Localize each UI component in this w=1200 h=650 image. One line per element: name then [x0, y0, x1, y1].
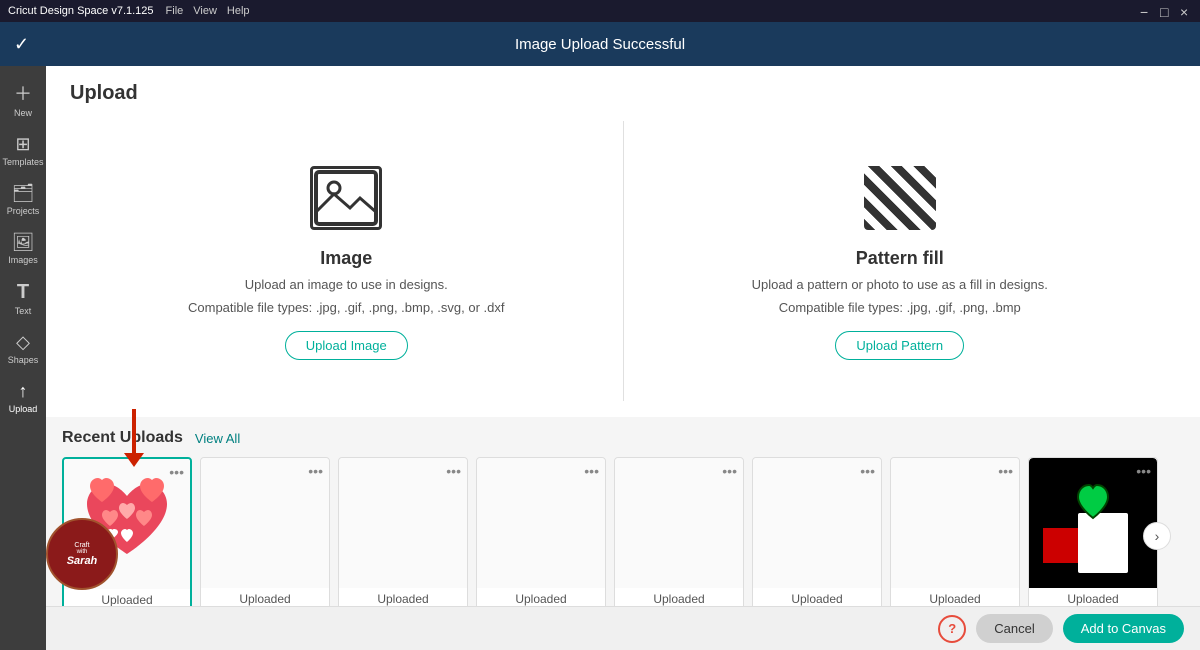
help-icon[interactable]: ?	[938, 615, 966, 643]
sidebar-label-new: New	[14, 108, 32, 118]
pattern-option-name: Pattern fill	[856, 248, 944, 269]
close-button[interactable]: ×	[1180, 5, 1192, 17]
craft-with-sarah-logo: Craft with Sarah	[46, 518, 118, 590]
window-controls[interactable]: − □ ×	[1140, 5, 1192, 17]
check-icon: ✓	[14, 34, 29, 55]
sidebar-label-text: Text	[15, 306, 32, 316]
pattern-upload-option: Pattern fill Upload a pattern or photo t…	[624, 121, 1177, 401]
cancel-button[interactable]: Cancel	[976, 614, 1052, 643]
card-7-menu[interactable]: •••	[998, 464, 1013, 478]
recent-header: Recent Uploads View All	[62, 429, 1184, 447]
pattern-icon-box	[864, 166, 936, 230]
pattern-option-desc: Upload a pattern or photo to use as a fi…	[752, 277, 1048, 292]
sidebar-item-new[interactable]: ＋ New	[0, 74, 46, 124]
card-2-menu[interactable]: •••	[308, 464, 323, 478]
menu-view[interactable]: View	[193, 5, 217, 17]
upload-pattern-button[interactable]: Upload Pattern	[835, 331, 964, 360]
menu-bar[interactable]: File View Help	[166, 5, 250, 17]
app-name: Cricut Design Space v7.1.125	[8, 5, 154, 17]
upload-card-3[interactable]: ••• Uploaded	[338, 457, 468, 615]
card-6-menu[interactable]: •••	[860, 464, 875, 478]
card-8-menu[interactable]: •••	[1136, 464, 1151, 478]
pattern-option-icon	[860, 162, 940, 234]
card-5-menu[interactable]: •••	[722, 464, 737, 478]
next-page-arrow[interactable]: ›	[1143, 522, 1171, 550]
upload-card-6[interactable]: ••• Uploaded	[752, 457, 882, 615]
logo-craft: Craft	[74, 542, 89, 549]
upload-card-7[interactable]: ••• Uploaded	[890, 457, 1020, 615]
logo-sarah: Sarah	[67, 555, 98, 567]
upload-icon: ↑	[19, 381, 28, 402]
image-option-types: Compatible file types: .jpg, .gif, .png,…	[188, 300, 504, 315]
bottom-bar: ? Cancel Add to Canvas	[46, 606, 1200, 650]
card-4-menu[interactable]: •••	[584, 464, 599, 478]
menu-help[interactable]: Help	[227, 5, 250, 17]
image-upload-option: Image Upload an image to use in designs.…	[70, 121, 624, 401]
upload-title: Upload	[70, 82, 1176, 105]
minimize-button[interactable]: −	[1140, 5, 1152, 17]
main-layout: ＋ New ⊞ Templates 🗂 Projects 🖼 Images T …	[0, 66, 1200, 650]
success-bar: ✓ Image Upload Successful	[0, 22, 1200, 66]
sidebar-item-images[interactable]: 🖼 Images	[0, 226, 46, 271]
card-8-svg	[1033, 463, 1153, 583]
upload-card-4[interactable]: ••• Uploaded	[476, 457, 606, 615]
sidebar-item-shapes[interactable]: ◇ Shapes	[0, 326, 46, 371]
image-option-desc: Upload an image to use in designs.	[245, 277, 448, 292]
card-1-menu[interactable]: •••	[169, 465, 184, 479]
sidebar-item-upload[interactable]: ↑ Upload	[0, 375, 46, 420]
templates-icon: ⊞	[15, 134, 30, 155]
recent-grid: ••• Uploaded Download ••• Uploaded	[62, 457, 1184, 615]
upload-section: Upload Image Upload an im	[46, 66, 1200, 417]
view-all-link[interactable]: View All	[195, 431, 240, 446]
title-bar: Cricut Design Space v7.1.125 File View H…	[0, 0, 1200, 22]
title-bar-left: Cricut Design Space v7.1.125 File View H…	[8, 5, 250, 17]
projects-icon: 🗂	[12, 183, 35, 204]
upload-card-8[interactable]: ••• Uploaded ›	[1028, 457, 1158, 615]
menu-file[interactable]: File	[166, 5, 184, 17]
sidebar-label-projects: Projects	[7, 206, 40, 216]
images-icon: 🖼	[12, 232, 35, 253]
image-svg-icon	[314, 170, 378, 226]
image-option-icon	[306, 162, 386, 234]
image-option-name: Image	[320, 248, 372, 269]
card-3-menu[interactable]: •••	[446, 464, 461, 478]
add-to-canvas-button[interactable]: Add to Canvas	[1063, 614, 1184, 643]
sidebar-label-images: Images	[8, 255, 38, 265]
upload-card-2[interactable]: ••• Uploaded	[200, 457, 330, 615]
upload-card-5[interactable]: ••• Uploaded	[614, 457, 744, 615]
sidebar-label-templates: Templates	[2, 157, 43, 167]
new-icon: ＋	[14, 80, 32, 106]
image-icon-box	[310, 166, 382, 230]
sidebar-label-upload: Upload	[9, 404, 38, 414]
upload-options: Image Upload an image to use in designs.…	[70, 121, 1176, 401]
sidebar-item-templates[interactable]: ⊞ Templates	[0, 128, 46, 173]
maximize-button[interactable]: □	[1160, 5, 1172, 17]
sidebar-item-projects[interactable]: 🗂 Projects	[0, 177, 46, 222]
sidebar-item-text[interactable]: T Text	[0, 275, 46, 322]
upload-image-button[interactable]: Upload Image	[285, 331, 408, 360]
sidebar: ＋ New ⊞ Templates 🗂 Projects 🖼 Images T …	[0, 66, 46, 650]
shapes-icon: ◇	[16, 332, 30, 353]
text-icon: T	[17, 281, 29, 304]
sidebar-label-shapes: Shapes	[8, 355, 39, 365]
content-area: Upload Image Upload an im	[46, 66, 1200, 650]
success-message: Image Upload Successful	[515, 36, 685, 53]
pattern-option-types: Compatible file types: .jpg, .gif, .png,…	[779, 300, 1021, 315]
recent-title: Recent Uploads	[62, 429, 183, 447]
